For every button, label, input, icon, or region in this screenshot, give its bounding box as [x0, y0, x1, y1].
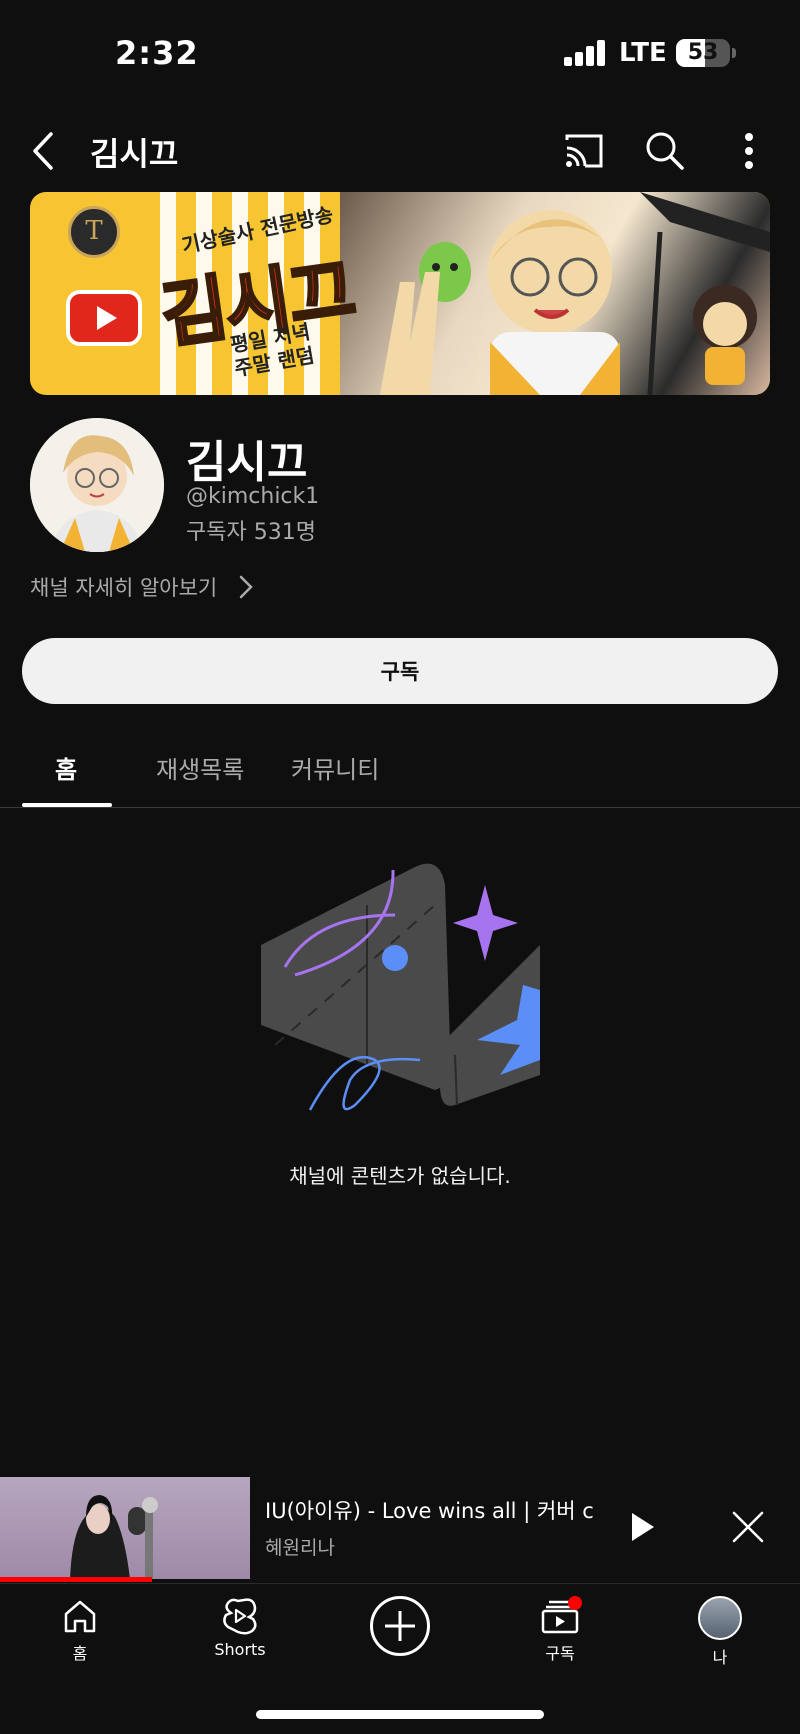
play-icon — [632, 1513, 654, 1541]
status-time: 2:32 — [115, 34, 199, 72]
channel-handle: @kimchick1 — [186, 484, 320, 509]
notification-dot — [568, 1596, 582, 1610]
page-title: 김시끄 — [90, 135, 179, 173]
channel-tabs: 홈 재생목록 커뮤니티 — [0, 730, 800, 808]
mini-player-channel: 혜원리나 — [265, 1537, 335, 1559]
network-type: LTE — [619, 38, 667, 68]
account-avatar — [698, 1596, 742, 1640]
tab-playlists[interactable]: 재생목록 — [156, 750, 244, 785]
channel-avatar[interactable] — [30, 418, 164, 552]
top-app-bar: 김시끄 — [0, 110, 800, 190]
home-indicator — [256, 1710, 544, 1719]
mini-player-progress — [0, 1577, 152, 1582]
tab-active-indicator — [22, 803, 112, 807]
search-icon — [646, 132, 684, 170]
shorts-icon — [223, 1598, 257, 1635]
cast-icon — [565, 134, 603, 168]
banner-characters — [380, 192, 770, 395]
back-button[interactable] — [22, 128, 68, 174]
cast-button[interactable] — [561, 128, 607, 174]
back-icon — [33, 132, 53, 170]
battery-nub — [732, 48, 736, 58]
nav-shorts[interactable]: Shorts — [180, 1596, 300, 1659]
nav-subscriptions-label: 구독 — [545, 1644, 575, 1663]
nav-home-label: 홈 — [72, 1644, 88, 1663]
channel-name: 김시끄 — [186, 437, 308, 488]
battery-level: 53 — [687, 40, 719, 65]
banner-artwork — [340, 192, 770, 395]
create-button[interactable] — [370, 1596, 430, 1656]
avatar-illustration — [30, 418, 164, 552]
youtube-logo-icon — [66, 290, 142, 346]
mini-player-play-button[interactable] — [622, 1505, 662, 1549]
chevron-right-icon — [239, 575, 254, 599]
signal-icon — [564, 40, 606, 66]
subscriber-count: 구독자 531명 — [186, 520, 316, 545]
channel-banner: T 기상술사 전문방송 김시끄 평일 저녁 주말 랜덤 — [30, 192, 770, 395]
close-icon — [732, 1511, 764, 1543]
thumbnail-image — [70, 1495, 158, 1579]
empty-state-illustration — [255, 855, 545, 1125]
mini-player-close-button[interactable] — [726, 1505, 770, 1549]
channel-more-info-link[interactable]: 채널 자세히 알아보기 — [30, 572, 255, 602]
tab-community[interactable]: 커뮤니티 — [291, 750, 379, 785]
subscribe-button[interactable]: 구독 — [22, 638, 778, 704]
nav-you-label: 나 — [712, 1648, 728, 1667]
nav-you[interactable]: 나 — [660, 1596, 780, 1668]
empty-state-message: 채널에 콘텐츠가 없습니다. — [289, 1164, 511, 1188]
channel-more-info-label: 채널 자세히 알아보기 — [30, 576, 218, 600]
more-options-button[interactable] — [726, 128, 772, 174]
search-button[interactable] — [642, 128, 688, 174]
nav-shorts-label: Shorts — [214, 1640, 266, 1659]
nav-subscriptions[interactable]: 구독 — [500, 1596, 620, 1664]
battery-icon: 53 — [676, 39, 730, 67]
mini-player[interactable]: IU(아이유) - Love wins all | 커버 c... 혜원리나 — [0, 1477, 800, 1583]
mini-player-title[interactable]: IU(아이유) - Love wins all | 커버 c... — [265, 1495, 595, 1525]
more-vert-icon — [745, 133, 753, 169]
home-icon — [64, 1600, 96, 1633]
status-bar: 2:32 LTE 53 — [0, 0, 800, 100]
nav-home[interactable]: 홈 — [20, 1596, 140, 1664]
tab-home[interactable]: 홈 — [55, 750, 77, 785]
mini-player-thumbnail[interactable] — [0, 1477, 250, 1579]
banner-emblem-icon: T — [68, 206, 120, 258]
